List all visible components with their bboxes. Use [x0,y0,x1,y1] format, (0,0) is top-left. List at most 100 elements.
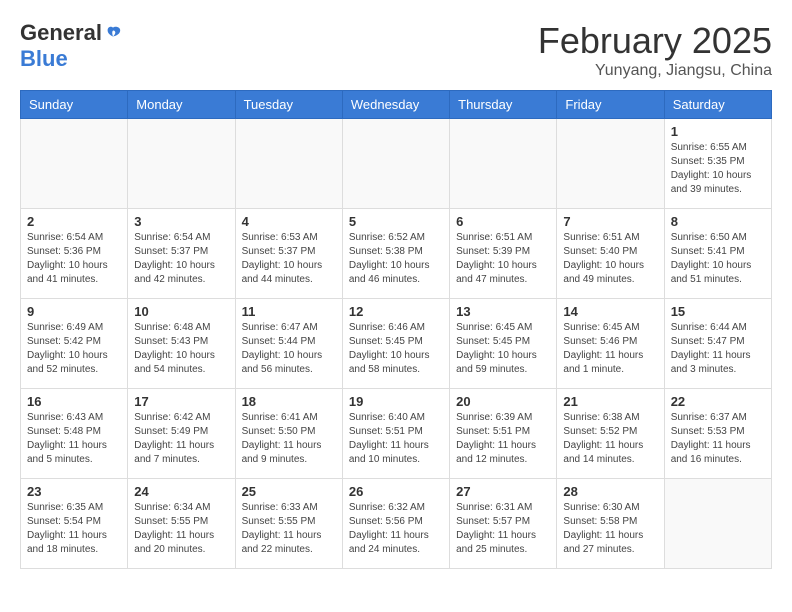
day-number: 11 [242,304,336,319]
day-info: Sunrise: 6:49 AM Sunset: 5:42 PM Dayligh… [27,321,121,377]
day-number: 5 [349,214,443,229]
day-number: 19 [349,394,443,409]
calendar-cell: 16 Sunrise: 6:43 AM Sunset: 5:48 PM Dayli… [21,389,128,479]
day-info: Sunrise: 6:32 AM Sunset: 5:56 PM Dayligh… [349,501,443,557]
day-number: 20 [456,394,550,409]
day-number: 18 [242,394,336,409]
weekday-header-friday: Friday [557,91,664,119]
day-number: 23 [27,484,121,499]
calendar-cell: 12 Sunrise: 6:46 AM Sunset: 5:45 PM Dayli… [342,299,449,389]
calendar-cell: 7 Sunrise: 6:51 AM Sunset: 5:40 PM Daylig… [557,209,664,299]
day-number: 26 [349,484,443,499]
calendar-table: SundayMondayTuesdayWednesdayThursdayFrid… [20,90,772,569]
calendar-cell: 25 Sunrise: 6:33 AM Sunset: 5:55 PM Dayli… [235,479,342,569]
calendar-cell [235,119,342,209]
day-info: Sunrise: 6:45 AM Sunset: 5:46 PM Dayligh… [563,321,657,377]
week-row-4: 16 Sunrise: 6:43 AM Sunset: 5:48 PM Dayli… [21,389,772,479]
calendar-cell: 21 Sunrise: 6:38 AM Sunset: 5:52 PM Dayli… [557,389,664,479]
calendar-cell: 17 Sunrise: 6:42 AM Sunset: 5:49 PM Dayli… [128,389,235,479]
day-number: 12 [349,304,443,319]
calendar-cell [128,119,235,209]
day-number: 27 [456,484,550,499]
calendar-cell: 1 Sunrise: 6:55 AM Sunset: 5:35 PM Daylig… [664,119,771,209]
day-number: 6 [456,214,550,229]
day-info: Sunrise: 6:54 AM Sunset: 5:37 PM Dayligh… [134,231,228,287]
day-number: 24 [134,484,228,499]
logo-bird-icon [104,24,122,42]
calendar-cell: 24 Sunrise: 6:34 AM Sunset: 5:55 PM Dayli… [128,479,235,569]
day-info: Sunrise: 6:48 AM Sunset: 5:43 PM Dayligh… [134,321,228,377]
weekday-header-tuesday: Tuesday [235,91,342,119]
calendar-cell: 26 Sunrise: 6:32 AM Sunset: 5:56 PM Dayli… [342,479,449,569]
day-info: Sunrise: 6:47 AM Sunset: 5:44 PM Dayligh… [242,321,336,377]
month-title: February 2025 [538,20,772,62]
day-info: Sunrise: 6:51 AM Sunset: 5:40 PM Dayligh… [563,231,657,287]
title-section: February 2025 Yunyang, Jiangsu, China [538,20,772,80]
day-number: 1 [671,124,765,139]
day-info: Sunrise: 6:38 AM Sunset: 5:52 PM Dayligh… [563,411,657,467]
calendar-cell: 8 Sunrise: 6:50 AM Sunset: 5:41 PM Daylig… [664,209,771,299]
calendar-cell: 10 Sunrise: 6:48 AM Sunset: 5:43 PM Dayli… [128,299,235,389]
day-info: Sunrise: 6:46 AM Sunset: 5:45 PM Dayligh… [349,321,443,377]
weekday-header-sunday: Sunday [21,91,128,119]
calendar-cell: 2 Sunrise: 6:54 AM Sunset: 5:36 PM Daylig… [21,209,128,299]
week-row-2: 2 Sunrise: 6:54 AM Sunset: 5:36 PM Daylig… [21,209,772,299]
day-number: 17 [134,394,228,409]
day-info: Sunrise: 6:41 AM Sunset: 5:50 PM Dayligh… [242,411,336,467]
calendar-cell [450,119,557,209]
calendar-cell: 20 Sunrise: 6:39 AM Sunset: 5:51 PM Dayli… [450,389,557,479]
calendar-cell: 14 Sunrise: 6:45 AM Sunset: 5:46 PM Dayli… [557,299,664,389]
day-number: 4 [242,214,336,229]
day-number: 10 [134,304,228,319]
calendar-cell: 28 Sunrise: 6:30 AM Sunset: 5:58 PM Dayli… [557,479,664,569]
day-info: Sunrise: 6:30 AM Sunset: 5:58 PM Dayligh… [563,501,657,557]
day-info: Sunrise: 6:33 AM Sunset: 5:55 PM Dayligh… [242,501,336,557]
day-info: Sunrise: 6:51 AM Sunset: 5:39 PM Dayligh… [456,231,550,287]
day-info: Sunrise: 6:55 AM Sunset: 5:35 PM Dayligh… [671,141,765,197]
week-row-3: 9 Sunrise: 6:49 AM Sunset: 5:42 PM Daylig… [21,299,772,389]
calendar-cell: 22Sunrise: 6:37 AM Sunset: 5:53 PM Dayli… [664,389,771,479]
week-row-5: 23 Sunrise: 6:35 AM Sunset: 5:54 PM Dayli… [21,479,772,569]
day-number: 3 [134,214,228,229]
weekday-header-row: SundayMondayTuesdayWednesdayThursdayFrid… [21,91,772,119]
day-info: Sunrise: 6:42 AM Sunset: 5:49 PM Dayligh… [134,411,228,467]
page-header: General Blue February 2025 Yunyang, Jian… [20,20,772,80]
calendar-cell: 6 Sunrise: 6:51 AM Sunset: 5:39 PM Daylig… [450,209,557,299]
logo-general-text: General [20,20,102,46]
calendar-cell: 13Sunrise: 6:45 AM Sunset: 5:45 PM Dayli… [450,299,557,389]
calendar-cell: 4Sunrise: 6:53 AM Sunset: 5:37 PM Daylig… [235,209,342,299]
day-number: 21 [563,394,657,409]
logo: General Blue [20,20,122,72]
day-info: Sunrise: 6:54 AM Sunset: 5:36 PM Dayligh… [27,231,121,287]
day-info: Sunrise: 6:31 AM Sunset: 5:57 PM Dayligh… [456,501,550,557]
day-number: 25 [242,484,336,499]
day-info: Sunrise: 6:34 AM Sunset: 5:55 PM Dayligh… [134,501,228,557]
calendar-cell: 9 Sunrise: 6:49 AM Sunset: 5:42 PM Daylig… [21,299,128,389]
calendar-cell: 3 Sunrise: 6:54 AM Sunset: 5:37 PM Daylig… [128,209,235,299]
location-subtitle: Yunyang, Jiangsu, China [538,62,772,80]
day-number: 7 [563,214,657,229]
day-number: 22 [671,394,765,409]
day-number: 14 [563,304,657,319]
day-info: Sunrise: 6:43 AM Sunset: 5:48 PM Dayligh… [27,411,121,467]
day-info: Sunrise: 6:45 AM Sunset: 5:45 PM Dayligh… [456,321,550,377]
weekday-header-wednesday: Wednesday [342,91,449,119]
day-info: Sunrise: 6:44 AM Sunset: 5:47 PM Dayligh… [671,321,765,377]
day-number: 16 [27,394,121,409]
day-info: Sunrise: 6:39 AM Sunset: 5:51 PM Dayligh… [456,411,550,467]
logo-blue-text: Blue [20,46,68,72]
day-info: Sunrise: 6:50 AM Sunset: 5:41 PM Dayligh… [671,231,765,287]
calendar-cell [342,119,449,209]
weekday-header-thursday: Thursday [450,91,557,119]
day-number: 2 [27,214,121,229]
calendar-cell: 5Sunrise: 6:52 AM Sunset: 5:38 PM Daylig… [342,209,449,299]
weekday-header-monday: Monday [128,91,235,119]
day-info: Sunrise: 6:35 AM Sunset: 5:54 PM Dayligh… [27,501,121,557]
day-number: 9 [27,304,121,319]
day-number: 28 [563,484,657,499]
calendar-cell: 11 Sunrise: 6:47 AM Sunset: 5:44 PM Dayli… [235,299,342,389]
calendar-cell: 27 Sunrise: 6:31 AM Sunset: 5:57 PM Dayli… [450,479,557,569]
week-row-1: 1 Sunrise: 6:55 AM Sunset: 5:35 PM Daylig… [21,119,772,209]
calendar-cell [21,119,128,209]
day-number: 8 [671,214,765,229]
